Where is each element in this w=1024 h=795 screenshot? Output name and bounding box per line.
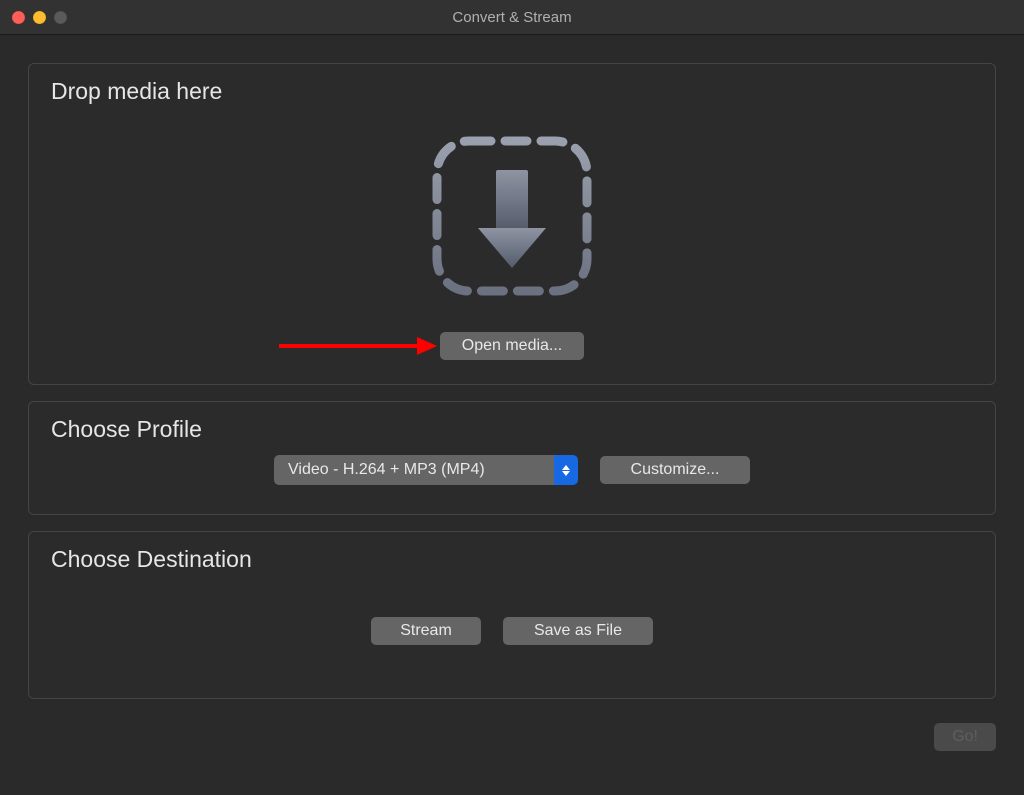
- minimize-window-button[interactable]: [33, 11, 46, 24]
- go-button[interactable]: Go!: [934, 723, 996, 751]
- drop-target[interactable]: [428, 132, 596, 300]
- window-title: Convert & Stream: [0, 9, 1024, 26]
- zoom-window-button: [54, 11, 67, 24]
- profile-select[interactable]: Video - H.264 + MP3 (MP4): [274, 455, 578, 485]
- choose-profile-heading: Choose Profile: [51, 416, 995, 443]
- open-media-button[interactable]: Open media...: [440, 332, 585, 360]
- traffic-lights: [12, 11, 67, 24]
- download-icon: [428, 132, 596, 300]
- annotation-arrow: [277, 332, 437, 360]
- window-titlebar: Convert & Stream: [0, 0, 1024, 35]
- drop-media-panel: Drop media here: [28, 63, 996, 385]
- close-window-button[interactable]: [12, 11, 25, 24]
- updown-icon: [554, 455, 578, 485]
- drop-media-heading: Drop media here: [51, 78, 995, 105]
- choose-destination-heading: Choose Destination: [51, 546, 995, 573]
- customize-button[interactable]: Customize...: [600, 456, 750, 484]
- profile-select-label: Video - H.264 + MP3 (MP4): [274, 455, 554, 485]
- choose-destination-panel: Choose Destination Stream Save as File: [28, 531, 996, 699]
- choose-profile-panel: Choose Profile Video - H.264 + MP3 (MP4)…: [28, 401, 996, 515]
- stream-button[interactable]: Stream: [371, 617, 481, 645]
- save-as-file-button[interactable]: Save as File: [503, 617, 653, 645]
